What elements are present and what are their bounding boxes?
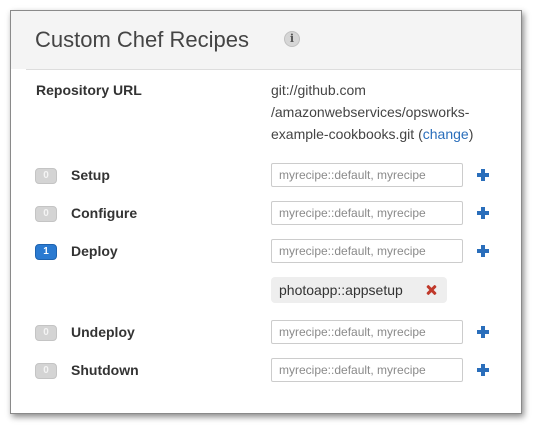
configure-label: Configure — [71, 205, 138, 221]
event-row-shutdown: 0 Shutdown — [11, 358, 521, 384]
info-icon[interactable]: i — [284, 31, 300, 47]
shutdown-add-plus-icon[interactable] — [475, 362, 491, 378]
event-row-undeploy: 0 Undeploy — [11, 320, 521, 346]
panel-header: Custom Chef Recipes i — [11, 11, 521, 69]
repository-url-line-3-text: example-cookbooks.git ( — [271, 126, 423, 142]
undeploy-recipe-count-badge: 0 — [35, 325, 57, 341]
custom-chef-recipes-panel: Custom Chef Recipes i Repository URL git… — [10, 10, 522, 414]
event-row-configure: 0 Configure — [11, 201, 521, 227]
configure-recipes-input[interactable] — [271, 201, 463, 225]
deploy-recipe-count-badge: 1 — [35, 244, 57, 260]
deploy-recipe-tag-label: photoapp::appsetup — [279, 282, 403, 298]
repository-url-label: Repository URL — [36, 82, 142, 98]
shutdown-recipes-input[interactable] — [271, 358, 463, 382]
shutdown-label: Shutdown — [71, 362, 139, 378]
configure-recipe-count-badge: 0 — [35, 206, 57, 222]
deploy-add-plus-icon[interactable] — [475, 243, 491, 259]
undeploy-recipes-input[interactable] — [271, 320, 463, 344]
undeploy-label: Undeploy — [71, 324, 135, 340]
deploy-recipe-tag: photoapp::appsetup — [271, 277, 447, 303]
setup-recipe-count-badge: 0 — [35, 168, 57, 184]
event-row-setup: 0 Setup — [11, 163, 521, 189]
repository-url-line-3-suffix: ) — [468, 126, 474, 142]
setup-add-plus-icon[interactable] — [475, 167, 491, 183]
repository-url-line-3: example-cookbooks.git (change) — [271, 123, 511, 145]
setup-recipes-input[interactable] — [271, 163, 463, 187]
repository-url-line-1: git://github.com — [271, 82, 366, 98]
deploy-label: Deploy — [71, 243, 118, 259]
remove-x-icon[interactable] — [425, 283, 439, 297]
header-divider — [26, 69, 521, 70]
repository-url-value: git://github.com /amazonwebservices/opsw… — [271, 79, 511, 145]
shutdown-recipe-count-badge: 0 — [35, 363, 57, 379]
event-row-deploy: 1 Deploy — [11, 239, 521, 265]
repository-url-line-2: /amazonwebservices/opsworks- — [271, 104, 470, 120]
configure-add-plus-icon[interactable] — [475, 205, 491, 221]
undeploy-add-plus-icon[interactable] — [475, 324, 491, 340]
setup-label: Setup — [71, 167, 110, 183]
deploy-recipes-input[interactable] — [271, 239, 463, 263]
panel-title: Custom Chef Recipes — [35, 27, 249, 52]
change-repository-link[interactable]: change — [423, 126, 469, 142]
